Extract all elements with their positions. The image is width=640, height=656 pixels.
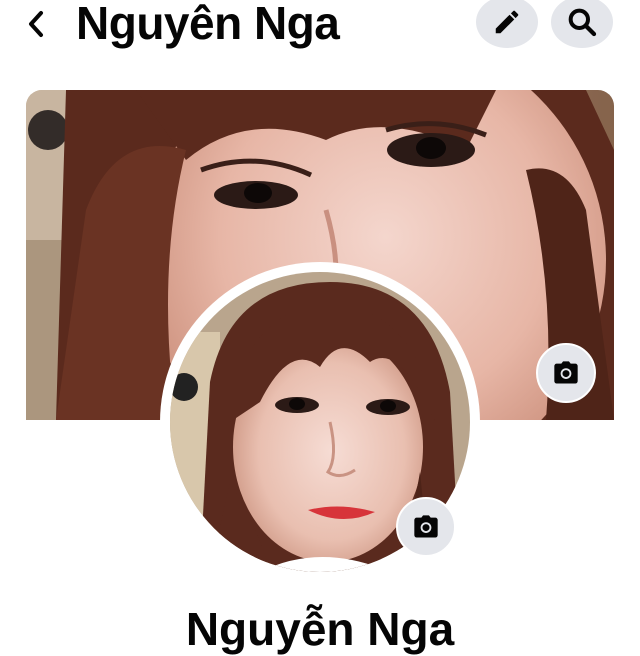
search-button[interactable] [551, 0, 613, 48]
top-bar: Nguyên Nga [0, 0, 640, 56]
camera-icon [554, 361, 578, 384]
chevron-left-icon [29, 11, 43, 37]
page-title: Nguyên Nga [76, 0, 340, 49]
avatar-camera-button[interactable] [396, 497, 456, 557]
search-icon [568, 8, 597, 37]
edit-button[interactable] [476, 0, 538, 48]
pencil-icon [495, 10, 519, 34]
back-button[interactable] [18, 6, 54, 42]
camera-icon [414, 515, 438, 538]
cover-camera-button[interactable] [536, 343, 596, 403]
profile-name: Nguyễn Nga [185, 603, 455, 655]
